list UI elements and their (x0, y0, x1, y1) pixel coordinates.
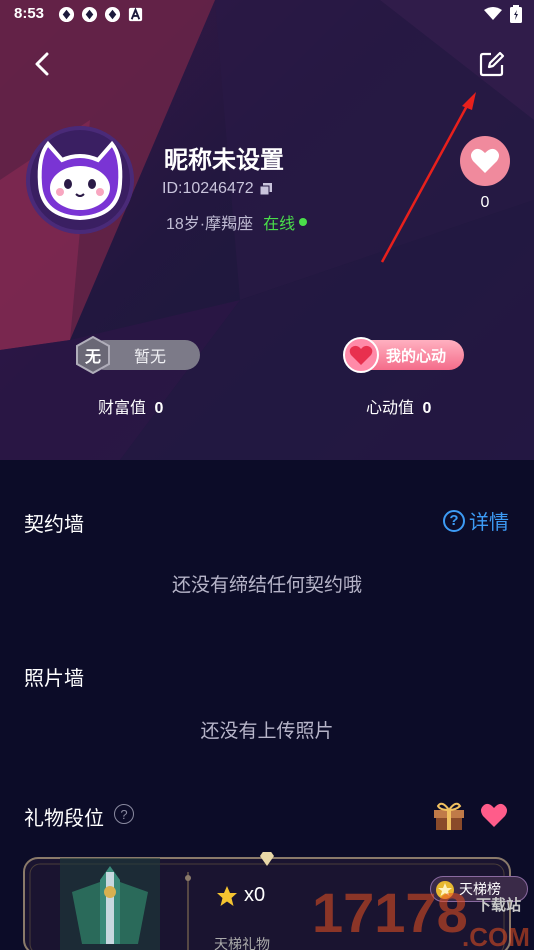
wealth-hex-label: 无 (84, 349, 101, 366)
user-id[interactable]: ID:10246472 (162, 180, 272, 198)
avatar[interactable] (26, 126, 134, 234)
cat-avatar-icon (26, 126, 134, 234)
status-time: 8:53 (14, 5, 45, 22)
online-label: 在线 (263, 216, 296, 233)
app-notification-icon (81, 6, 98, 23)
star-count-value: x0 (244, 884, 266, 906)
online-status: 在线 (263, 210, 308, 234)
watermark-label: 下载站 (476, 897, 522, 914)
heart-icon (471, 148, 499, 173)
photo-empty-text: 还没有上传照片 (200, 721, 334, 742)
wifi-icon (484, 7, 502, 20)
contract-details-link[interactable]: ? 详情 (443, 506, 509, 535)
wealth-badge[interactable]: 暂无 无 (74, 335, 200, 375)
star-count: x0 (216, 884, 265, 907)
copy-icon[interactable] (259, 183, 272, 195)
heart-badge-icon (343, 337, 379, 373)
edit-icon (479, 51, 505, 77)
battery-icon (510, 5, 522, 23)
heart-label: 心动值 (366, 400, 415, 417)
question-circle-icon: ? (443, 509, 465, 532)
chevron-left-icon (35, 52, 49, 76)
wealth-hex-icon: 无 (74, 335, 112, 375)
pink-heart-icon[interactable] (480, 802, 508, 828)
heart-badge[interactable]: 我的心动 (342, 336, 464, 374)
heart-value: 0 (422, 400, 432, 417)
profile-header: 8:53 昵称未设置 ID:10246472 18岁·摩羯座 在线 0 暂无 无… (0, 0, 534, 460)
like-count: 0 (480, 194, 490, 211)
user-info: 18岁·摩羯座 在线 (166, 210, 308, 234)
wealth-value: 0 (154, 400, 164, 417)
gift-subtitle: 天梯礼物 (214, 936, 270, 950)
online-dot-icon (299, 218, 308, 226)
app-notification-icon (58, 6, 75, 23)
back-button[interactable] (26, 48, 58, 80)
like-button[interactable] (460, 136, 510, 186)
photo-wall-title: 照片墙 (24, 668, 84, 690)
details-label: 详情 (469, 512, 509, 534)
gift-icon[interactable] (432, 800, 466, 830)
status-bar: 8:53 (0, 0, 534, 28)
contract-wall-title: 契约墙 (24, 514, 84, 536)
crown-star-icon (436, 881, 454, 899)
nickname: 昵称未设置 (164, 147, 284, 174)
heart-value-row: 心动值 0 (366, 394, 431, 418)
wealth-value-row: 财富值 0 (98, 394, 163, 418)
app-notification-icon (104, 6, 121, 23)
a-notification-icon (128, 7, 143, 22)
edit-profile-button[interactable] (476, 48, 508, 80)
age-zodiac: 18岁·摩羯座 (166, 216, 254, 233)
notification-icons (58, 6, 144, 23)
system-icons (484, 5, 522, 23)
gift-rank-title: 礼物段位 (24, 808, 104, 830)
user-id-text: ID:10246472 (162, 180, 254, 197)
wealth-label: 财富值 (98, 400, 147, 417)
star-icon (217, 885, 237, 906)
contract-empty-text: 还没有缔结任何契约哦 (171, 575, 362, 596)
help-icon[interactable]: ? (114, 804, 134, 824)
